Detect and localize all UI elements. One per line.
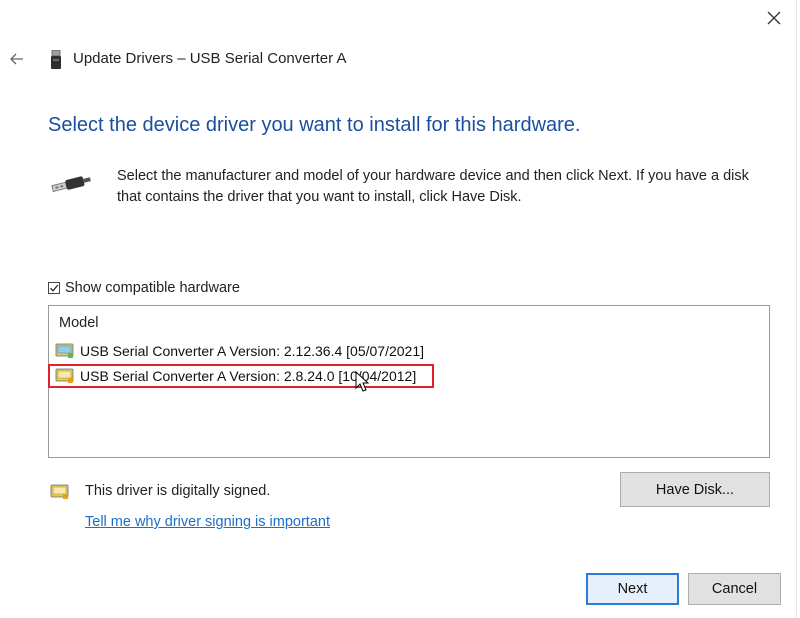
model-list-item[interactable]: USB Serial Converter A Version: 2.8.24.0… [55, 365, 416, 387]
model-item-label: USB Serial Converter A Version: 2.8.24.0… [80, 368, 417, 384]
signing-status-text: This driver is digitally signed. [85, 483, 271, 499]
back-arrow-icon [10, 53, 23, 65]
page-heading: Select the device driver you want to ins… [48, 114, 581, 136]
checkmark-icon [50, 284, 59, 292]
show-compatible-checkbox-row[interactable]: Show compatible hardware [48, 279, 240, 297]
signed-driver-icon [50, 483, 70, 501]
model-column-header: Model [59, 315, 99, 331]
instructions-text: Select the manufacturer and model of you… [117, 168, 749, 205]
have-disk-button[interactable]: Have Disk... [620, 472, 770, 507]
back-button[interactable] [6, 48, 28, 70]
model-item-label: USB Serial Converter A Version: 2.12.36.… [80, 343, 424, 359]
next-button[interactable]: Next [586, 573, 679, 605]
close-button[interactable] [760, 4, 788, 32]
show-compatible-label[interactable]: Show compatible hardware [65, 280, 240, 296]
driver-signing-link[interactable]: Tell me why driver signing is important [85, 514, 330, 530]
driver-package-icon [55, 367, 75, 385]
model-list-item[interactable]: USB Serial Converter A Version: 2.12.36.… [55, 340, 424, 362]
show-compatible-checkbox[interactable] [48, 282, 60, 294]
usb-device-icon [50, 49, 62, 70]
window-title: Update Drivers – USB Serial Converter A [73, 50, 347, 67]
close-icon [767, 11, 781, 25]
cancel-button[interactable]: Cancel [688, 573, 781, 605]
driver-package-icon [55, 342, 75, 360]
usb-cable-icon [50, 172, 92, 196]
window-edge [796, 0, 797, 618]
